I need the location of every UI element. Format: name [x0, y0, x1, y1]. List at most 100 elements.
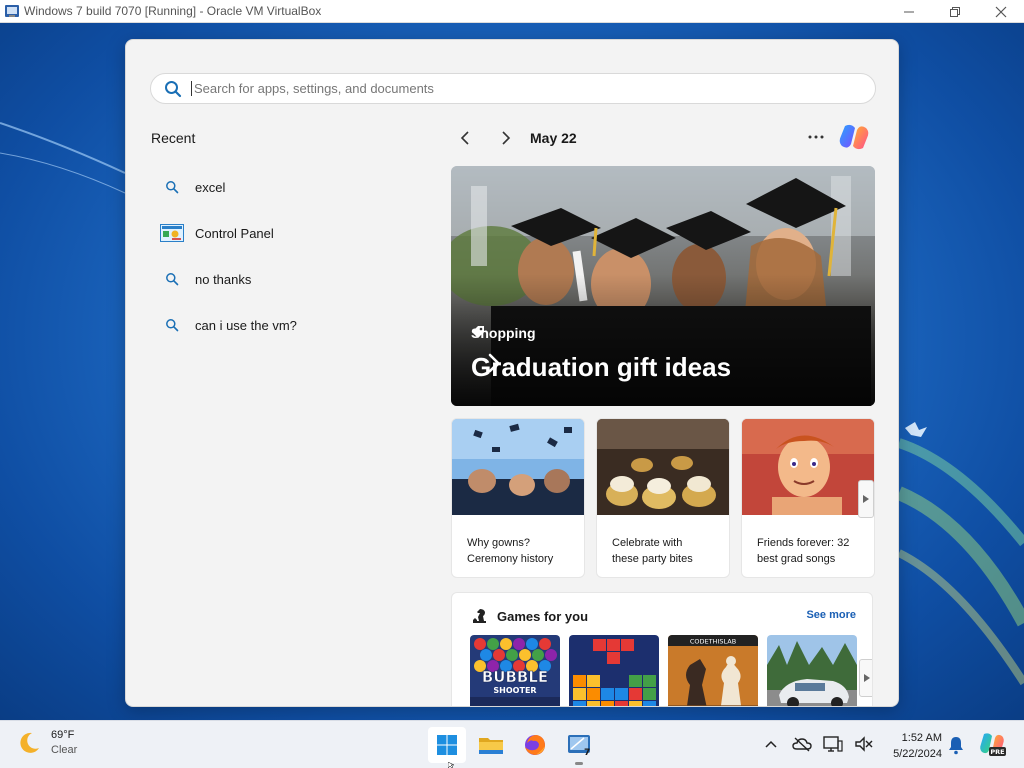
recent-item-control-panel[interactable]: Control Panel	[160, 210, 410, 256]
clock-time: 1:52 AM	[901, 732, 942, 744]
games-section: Games for you See more BUBBLE SHOOTER CO…	[451, 592, 873, 706]
taskbar-clock[interactable]: 1:52 AM 5/22/2024	[876, 730, 942, 762]
onedrive-button[interactable]	[791, 733, 813, 755]
chevron-right-icon	[502, 131, 511, 145]
game-tile-chess[interactable]: CODETHISLAB	[668, 635, 758, 706]
clock-date: 5/22/2024	[893, 748, 942, 760]
search-icon	[160, 175, 184, 199]
highlights-nav: May 22	[450, 123, 577, 153]
highlights-date: May 22	[530, 130, 577, 146]
chevron-left-icon	[460, 131, 469, 145]
search-input[interactable]	[191, 81, 851, 96]
games-scroll-right-button[interactable]	[859, 659, 872, 697]
games-heading: Games for you	[472, 607, 588, 625]
search-icon	[160, 267, 184, 291]
card-image-cupcakes	[597, 419, 729, 515]
notifications-bell-icon[interactable]	[946, 735, 966, 755]
cards-scroll-right-button[interactable]	[858, 480, 874, 518]
tag-icon	[472, 326, 484, 338]
card-why-gowns[interactable]: Why gowns? Ceremony history	[451, 418, 585, 578]
firefox-button[interactable]	[516, 727, 554, 763]
copilot-icon[interactable]	[837, 120, 871, 154]
search-icon	[160, 313, 184, 337]
card-image-graduates	[452, 419, 584, 515]
card-grad-songs[interactable]: Friends forever: 32 best grad songs	[741, 418, 875, 578]
recent-list: excel Control Panel no thanks can i use …	[160, 164, 410, 348]
mouse-cursor-icon	[448, 762, 454, 768]
next-day-button[interactable]	[491, 123, 521, 153]
card-caption: Friends forever: 32 best grad songs	[757, 537, 850, 565]
hero-category-tag: Shopping	[471, 325, 536, 341]
minimize-button[interactable]	[886, 0, 932, 23]
volume-muted-icon	[855, 736, 873, 752]
start-search-flyout: Recent excel Control Panel	[125, 39, 899, 707]
chevron-right-icon	[864, 674, 870, 682]
codethislab-label: CODETHISLAB	[690, 638, 736, 646]
file-explorer-button[interactable]	[472, 727, 510, 763]
file-explorer-icon	[479, 738, 503, 754]
game-tile-block-puzzle[interactable]	[569, 635, 659, 706]
recent-item-excel[interactable]: excel	[160, 164, 410, 210]
chevron-up-icon	[765, 740, 777, 748]
close-button[interactable]	[978, 0, 1024, 23]
control-panel-icon	[160, 221, 184, 245]
volume-button[interactable]	[853, 733, 875, 755]
highlight-cards: Why gowns? Ceremony history Celebrate wi…	[451, 418, 875, 578]
copilot-pre-icon[interactable]: PRE	[978, 730, 1006, 758]
firefox-icon	[525, 735, 545, 755]
hero-headline: Graduation gift ideas	[471, 352, 731, 383]
display-button[interactable]	[822, 733, 844, 755]
card-image-cartoon	[742, 419, 874, 515]
card-caption: Celebrate with these party bites	[612, 537, 693, 565]
block-puzzle-art	[569, 635, 659, 706]
recent-item-no-thanks[interactable]: no thanks	[160, 256, 410, 302]
weather-condition: Clear	[51, 744, 78, 756]
running-indicator	[575, 762, 583, 765]
weather-widget[interactable]: 69°F Clear	[16, 728, 77, 758]
start-button[interactable]	[428, 727, 466, 763]
virtualbox-taskbar-button[interactable]: 7	[560, 727, 598, 765]
window-title: Windows 7 build 7070 [Running] - Oracle …	[24, 4, 322, 18]
restore-button[interactable]	[932, 0, 978, 23]
chess-art: CODETHISLAB	[668, 635, 758, 706]
virtualbox-icon	[5, 5, 19, 17]
show-hidden-icons-button[interactable]	[760, 733, 782, 755]
recent-item-label: Control Panel	[195, 225, 274, 241]
chevron-right-icon	[488, 353, 500, 373]
onedrive-icon	[792, 737, 812, 752]
start-icon	[437, 735, 457, 755]
recent-item-label: can i use the vm?	[195, 317, 297, 333]
window-titlebar: Windows 7 build 7070 [Running] - Oracle …	[0, 0, 1024, 23]
recent-item-can-i-use-the-vm[interactable]: can i use the vm?	[160, 302, 410, 348]
close-icon	[995, 6, 1007, 17]
display-icon	[823, 736, 843, 752]
card-party-bites[interactable]: Celebrate with these party bites	[596, 418, 730, 578]
game-tile-racing[interactable]	[767, 635, 857, 706]
hero-card-graduation[interactable]: Shopping Graduation gift ideas	[451, 166, 875, 406]
recent-heading: Recent	[151, 130, 196, 146]
restore-icon	[950, 6, 960, 17]
virtualbox-taskbar-icon: 7	[568, 735, 590, 757]
more-options-button[interactable]	[802, 123, 830, 151]
recent-item-label: no thanks	[195, 271, 252, 287]
moon-icon	[20, 732, 39, 753]
minimize-icon	[904, 11, 914, 12]
bubble-shooter-title: BUBBLE	[482, 668, 548, 686]
card-caption: Why gowns? Ceremony history	[467, 537, 554, 565]
more-icon	[808, 135, 824, 139]
vm-badge: 7	[584, 748, 590, 757]
taskbar: 69°F Clear 7 1:52 AM 5/22/2024 PRE	[0, 720, 1024, 768]
search-icon	[165, 80, 182, 97]
previous-day-button[interactable]	[450, 123, 480, 153]
bubble-shooter-subtitle: SHOOTER	[493, 686, 536, 695]
search-box[interactable]	[150, 73, 876, 104]
bubble-shooter-art: BUBBLE SHOOTER	[470, 635, 560, 706]
chevron-right-icon	[863, 495, 869, 503]
racing-art	[767, 635, 857, 706]
weather-temperature: 69°F	[51, 729, 75, 741]
game-tile-bubble-shooter[interactable]: BUBBLE SHOOTER	[470, 635, 560, 706]
hero-headline-text: Graduation gift ideas	[471, 352, 732, 382]
pre-badge: PRE	[990, 748, 1004, 756]
see-more-link[interactable]: See more	[806, 609, 856, 621]
chess-knight-icon	[473, 609, 486, 623]
